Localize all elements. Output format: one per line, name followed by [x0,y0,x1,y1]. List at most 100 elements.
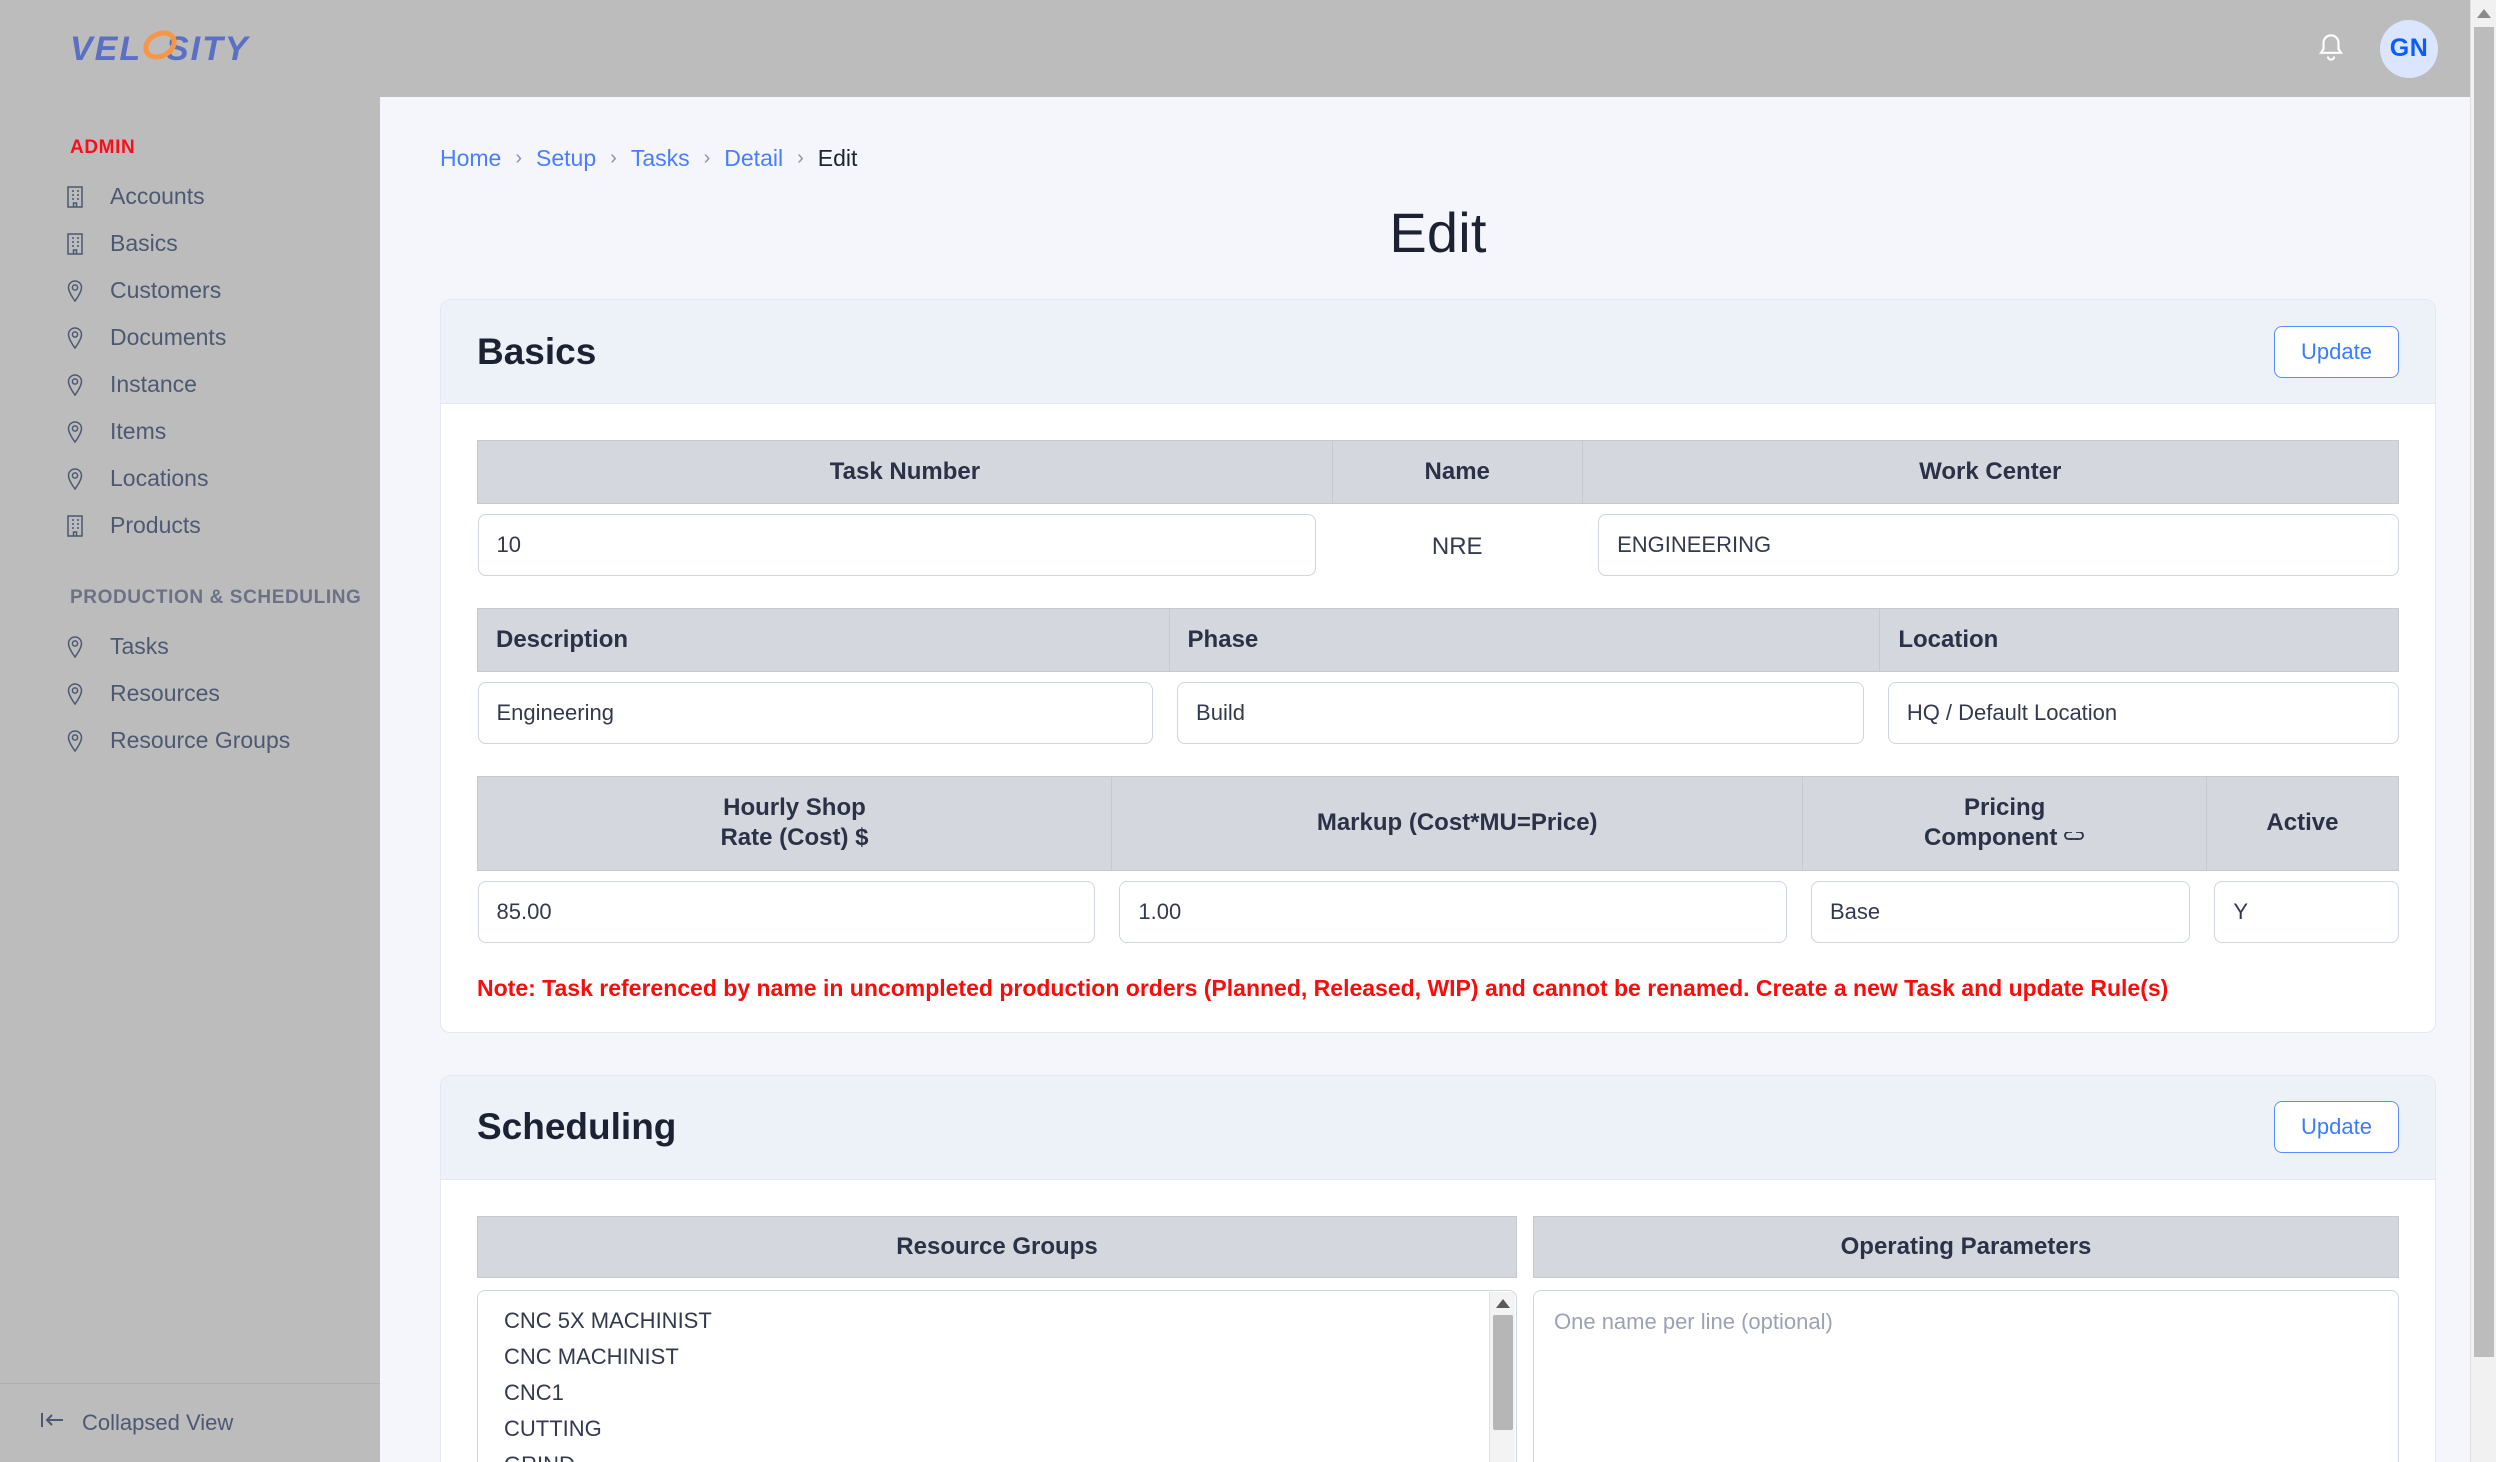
breadcrumb-item-detail[interactable]: Detail [724,145,783,172]
building-icon [62,231,88,257]
scheduling-card: Scheduling Update Resource Groups CNC 5X… [440,1074,2436,1462]
app-root: VEL SITY GN ADMIN Accounts Basics Custom… [0,0,2496,1462]
table-header-row: Hourly Shop Rate (Cost) $ Markup (Cost*M… [477,776,2400,871]
sidebar-item-label: Locations [110,465,209,491]
list-item[interactable]: CNC 5X MACHINIST [478,1303,1516,1339]
sidebar-item-resource-groups[interactable]: Resource Groups [0,717,380,764]
active-input[interactable] [2214,880,2399,943]
sidebar-item-label: Accounts [110,183,205,209]
name-value: NRE [1431,533,1483,560]
header-location: Location [1879,608,2399,672]
body-row: ADMIN Accounts Basics Customers Document… [0,97,2496,1462]
breadcrumb-separator-icon: › [703,147,711,169]
link-icon[interactable] [2063,824,2085,854]
sidebar-item-customers[interactable]: Customers [0,267,380,314]
cell-task-number [477,504,1333,587]
basics-row3-table: Hourly Shop Rate (Cost) $ Markup (Cost*M… [477,776,2400,953]
sidebar-item-label: Items [110,418,167,444]
header-pricing-line2: Component [1924,824,2058,851]
building-icon [62,184,88,210]
table-row: NRE [477,504,2399,587]
table-row [477,672,2399,755]
table-row [477,870,2399,953]
pricing-component-input[interactable] [1810,880,2191,943]
cell-pricing-component [1803,870,2206,953]
window-scroll-up-arrow-icon[interactable] [2476,9,2491,18]
basics-note: Note: Task referenced by name in uncompl… [477,974,2169,1001]
breadcrumb-separator-icon: › [610,147,617,169]
list-item[interactable]: GRIND [478,1447,1516,1462]
breadcrumb-item-tasks[interactable]: Tasks [631,145,690,172]
scheduling-grid: Resource Groups CNC 5X MACHINIST CNC MAC… [477,1215,2399,1462]
list-item[interactable]: CNC MACHINIST [478,1339,1516,1375]
header-pricing-line1: Pricing [1963,794,2046,821]
header-description: Description [477,608,1170,672]
window-scrollbar[interactable] [2470,0,2496,1462]
phase-input[interactable] [1177,682,1864,744]
breadcrumb-item-setup[interactable]: Setup [536,145,596,172]
collapsed-view-toggle[interactable]: Collapsed View [0,1383,380,1462]
operating-parameters-header: Operating Parameters [1533,1215,2399,1278]
breadcrumb-current: Edit [817,145,858,171]
map-pin-icon [62,728,88,754]
list-item[interactable]: CNC1 [478,1375,1516,1411]
operating-parameters-wrap [1533,1289,2399,1462]
description-input[interactable] [477,682,1154,744]
list-item[interactable]: CUTTING [478,1411,1516,1447]
sidebar-item-resources[interactable]: Resources [0,670,380,717]
main-content: Home › Setup › Tasks › Detail › Edit Edi… [380,97,2496,1462]
table-header-row: Task Number Name Work Center [477,440,2400,504]
sidebar-item-instance[interactable]: Instance [0,361,380,408]
sidebar-item-label: Instance [110,371,197,397]
scheduling-card-header: Scheduling Update [441,1075,2435,1180]
sidebar-item-items[interactable]: Items [0,408,380,455]
work-center-input[interactable] [1598,514,2399,576]
collapsed-view-label: Collapsed View [82,1410,234,1435]
sidebar-item-label: Customers [110,277,222,303]
page-title: Edit [1389,201,1487,264]
sidebar-item-label: Documents [110,324,227,350]
basics-update-button[interactable]: Update [2274,325,2399,378]
svg-text:VEL: VEL [70,30,142,68]
cell-phase [1169,672,1880,755]
sidebar-item-basics[interactable]: Basics [0,220,380,267]
hourly-rate-input[interactable] [477,880,1096,943]
scheduling-update-button[interactable]: Update [2274,1101,2399,1154]
collapse-left-icon [40,1410,66,1436]
sidebar-item-products[interactable]: Products [0,502,380,549]
resource-groups-listbox[interactable]: CNC 5X MACHINIST CNC MACHINIST CNC1 CUTT… [477,1289,1517,1462]
task-number-input[interactable] [477,514,1317,576]
scroll-up-arrow-icon[interactable] [1495,1298,1510,1308]
breadcrumb-separator-icon: › [515,147,523,169]
map-pin-icon [62,681,88,707]
sidebar-section-title-admin: ADMIN [70,137,136,158]
velosity-logo[interactable]: VEL SITY [70,26,280,72]
cell-hourly-rate [477,870,1112,953]
breadcrumb-item-home[interactable]: Home [440,145,501,172]
resource-groups-options: CNC 5X MACHINIST CNC MACHINIST CNC1 CUTT… [478,1291,1516,1462]
header-hourly-shop-rate: Hourly Shop Rate (Cost) $ [477,776,1112,871]
header-work-center: Work Center [1581,440,2400,504]
operating-parameters-textarea[interactable] [1533,1289,2399,1462]
scheduling-card-body: Resource Groups CNC 5X MACHINIST CNC MAC… [441,1180,2435,1462]
map-pin-icon [62,466,88,492]
sidebar-item-label: Resources [110,680,220,706]
operating-parameters-column: Operating Parameters ** Attr [1533,1215,2399,1462]
sidebar-item-locations[interactable]: Locations [0,455,380,502]
scrollbar-thumb[interactable] [1492,1314,1513,1430]
sidebar-item-documents[interactable]: Documents [0,314,380,361]
window-scrollbar-thumb[interactable] [2473,27,2494,1357]
listbox-scrollbar[interactable] [1489,1291,1515,1462]
location-input[interactable] [1887,682,2399,744]
header-markup: Markup (Cost*MU=Price) [1110,776,1804,871]
sidebar-item-accounts[interactable]: Accounts [0,173,380,220]
cell-active [2206,870,2399,953]
bell-icon[interactable] [2316,32,2346,66]
basics-card-body: Task Number Name Work Center NRE [441,404,2435,1032]
sidebar-item-tasks[interactable]: Tasks [0,623,380,670]
svg-text:SITY: SITY [166,30,251,68]
avatar[interactable]: GN [2380,19,2438,78]
markup-input[interactable] [1119,880,1787,943]
topbar-actions: GN [2316,19,2438,78]
breadcrumb-separator-icon: › [797,147,804,169]
